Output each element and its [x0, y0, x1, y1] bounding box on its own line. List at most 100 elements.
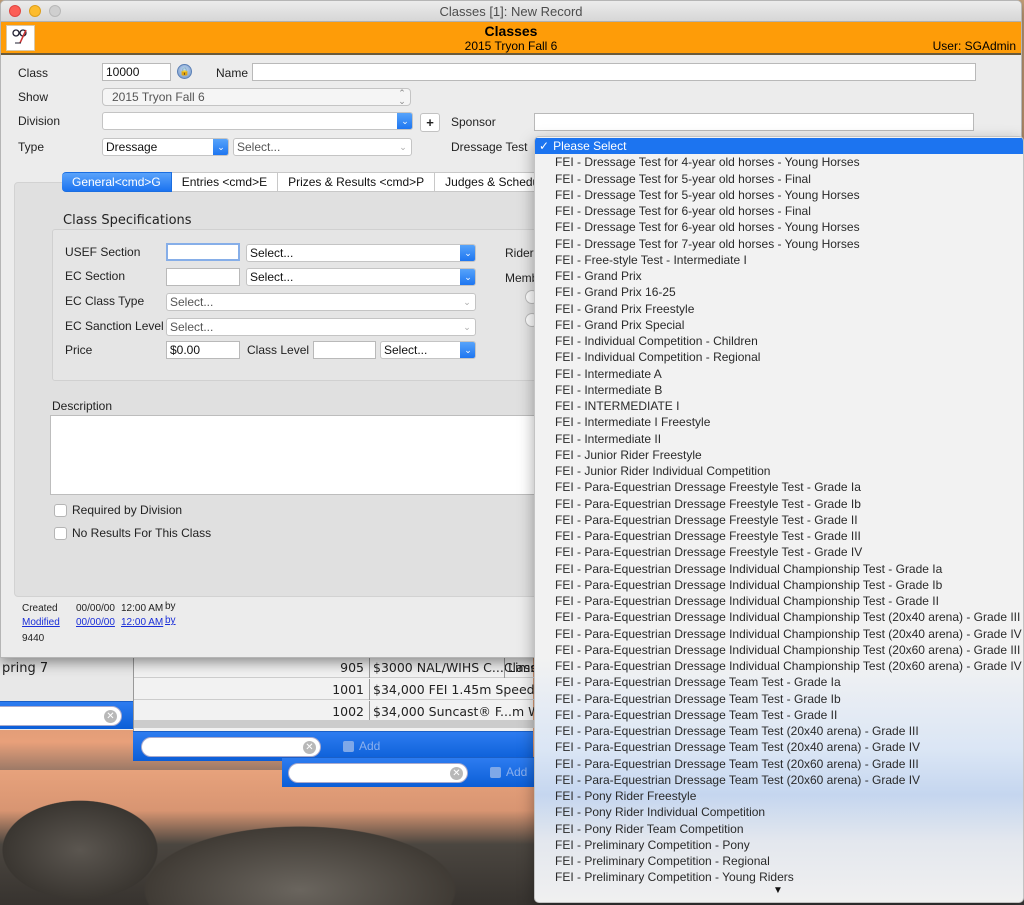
background-search-field[interactable]: ✕: [0, 706, 122, 726]
ec-section-field[interactable]: [166, 268, 240, 286]
add-checkbox[interactable]: [490, 767, 501, 778]
menu-item[interactable]: FEI - Para-Equestrian Dressage Team Test…: [535, 756, 1023, 772]
usef-section-select[interactable]: Select... ⌄: [246, 244, 476, 262]
menu-item[interactable]: FEI - Individual Competition - Regional: [535, 349, 1023, 365]
name-field[interactable]: [252, 63, 976, 81]
chevron-down-icon[interactable]: ⌄: [397, 113, 412, 129]
menu-item[interactable]: FEI - Intermediate A: [535, 366, 1023, 382]
menu-item[interactable]: FEI - Para-Equestrian Dressage Individua…: [535, 609, 1023, 625]
menu-item-label: FEI - Intermediate A: [555, 366, 662, 381]
clear-search-icon[interactable]: ✕: [303, 741, 316, 754]
table-row[interactable]: 905 $3000 NAL/WIHS C...Classic 1.10m (II…: [134, 657, 632, 678]
chevron-down-icon[interactable]: ⌄: [213, 139, 228, 155]
menu-item[interactable]: FEI - Free-style Test - Intermediate I: [535, 252, 1023, 268]
horizontal-scrollbar[interactable]: [134, 720, 534, 728]
division-select[interactable]: ⌄: [102, 112, 413, 130]
background-search-field[interactable]: ✕: [141, 737, 321, 757]
menu-item[interactable]: FEI - Preliminary Competition - Regional: [535, 853, 1023, 869]
menu-item[interactable]: FEI - Grand Prix: [535, 268, 1023, 284]
menu-item[interactable]: FEI - Grand Prix Special: [535, 317, 1023, 333]
chevron-down-icon[interactable]: ⌄: [460, 245, 475, 261]
class-level-select[interactable]: Select... ⌄: [380, 341, 476, 359]
tab-prizes-results[interactable]: Prizes & Results <cmd>P: [278, 172, 436, 192]
sponsor-field[interactable]: [534, 113, 974, 131]
subtype-select[interactable]: Select... ⌄: [233, 138, 412, 156]
menu-item[interactable]: FEI - Para-Equestrian Dressage Individua…: [535, 642, 1023, 658]
menu-item[interactable]: FEI - Junior Rider Individual Competitio…: [535, 463, 1023, 479]
menu-item[interactable]: FEI - Para-Equestrian Dressage Individua…: [535, 626, 1023, 642]
no-results-checkbox[interactable]: [54, 527, 67, 540]
dressage-test-dropdown-menu[interactable]: FEI - Preliminary Competition - Young Ri…: [534, 136, 1024, 903]
class-level-field[interactable]: [313, 341, 376, 359]
menu-item[interactable]: FEI - Para-Equestrian Dressage Team Test…: [535, 691, 1023, 707]
class-number-field[interactable]: 10000: [102, 63, 171, 81]
minimize-window-button[interactable]: [29, 5, 41, 17]
tab-entries[interactable]: Entries <cmd>E: [171, 172, 279, 192]
usef-section-field[interactable]: [166, 243, 240, 261]
menu-item[interactable]: FEI - Para-Equestrian Dressage Individua…: [535, 658, 1023, 674]
menu-item[interactable]: FEI - Dressage Test for 7-year old horse…: [535, 236, 1023, 252]
menu-item[interactable]: FEI - Dressage Test for 4-year old horse…: [535, 154, 1023, 170]
menu-item[interactable]: FEI - Pony Rider Individual Competition: [535, 804, 1023, 820]
close-window-button[interactable]: [9, 5, 21, 17]
modified-time-link[interactable]: 12:00 AM: [121, 617, 163, 628]
menu-item[interactable]: FEI - Para-Equestrian Dressage Freestyle…: [535, 512, 1023, 528]
menu-item[interactable]: FEI - Para-Equestrian Dressage Team Test…: [535, 739, 1023, 755]
menu-item[interactable]: FEI - Dressage Test for 6-year old horse…: [535, 203, 1023, 219]
type-select[interactable]: Dressage ⌄: [102, 138, 229, 156]
table-row[interactable]: 1001 $34,000 FEI 1.45m Speed Stake 238.2…: [134, 679, 625, 700]
menu-item[interactable]: FEI - Para-Equestrian Dressage Individua…: [535, 593, 1023, 609]
menu-item[interactable]: FEI - Dressage Test for 6-year old horse…: [535, 219, 1023, 235]
ec-class-type-select[interactable]: Select... ⌄: [166, 293, 476, 311]
table-row[interactable]: 1002 $34,000 Suncast® F...m Welcome 238.…: [134, 701, 637, 722]
description-textarea[interactable]: [50, 415, 550, 495]
menu-item[interactable]: FEI - Intermediate II: [535, 431, 1023, 447]
menu-item[interactable]: FEI - Grand Prix 16-25: [535, 284, 1023, 300]
scroll-down-arrow-icon[interactable]: ▼: [773, 885, 783, 896]
menu-item[interactable]: FEI - Grand Prix Freestyle: [535, 301, 1023, 317]
add-checkbox[interactable]: [343, 741, 354, 752]
menu-item[interactable]: FEI - Para-Equestrian Dressage Freestyle…: [535, 496, 1023, 512]
background-search-field[interactable]: ✕: [288, 763, 468, 783]
menu-item[interactable]: FEI - Para-Equestrian Dressage Team Test…: [535, 772, 1023, 788]
menu-item-selected[interactable]: ✓ Please Select: [535, 138, 1023, 154]
zoom-window-button[interactable]: [49, 5, 61, 17]
menu-item[interactable]: FEI - Dressage Test for 5-year old horse…: [535, 187, 1023, 203]
menu-item[interactable]: FEI - Para-Equestrian Dressage Team Test…: [535, 674, 1023, 690]
menu-item[interactable]: FEI - INTERMEDIATE I: [535, 398, 1023, 414]
menu-item[interactable]: FEI - Para-Equestrian Dressage Team Test…: [535, 707, 1023, 723]
clear-search-icon[interactable]: ✕: [104, 710, 117, 723]
background-search-bar: ✕ Add: [282, 757, 534, 787]
menu-item[interactable]: FEI - Para-Equestrian Dressage Freestyle…: [535, 544, 1023, 560]
menu-item[interactable]: FEI - Para-Equestrian Dressage Individua…: [535, 577, 1023, 593]
menu-item[interactable]: FEI - Intermediate I Freestyle: [535, 414, 1023, 430]
clear-search-icon[interactable]: ✕: [450, 767, 463, 780]
menu-item[interactable]: FEI - Preliminary Competition - Young Ri…: [535, 869, 1023, 885]
modified-link[interactable]: Modified: [22, 617, 60, 628]
title-bar[interactable]: Classes [1]: New Record: [1, 1, 1021, 22]
menu-item[interactable]: FEI - Para-Equestrian Dressage Freestyle…: [535, 528, 1023, 544]
menu-item[interactable]: FEI - Intermediate B: [535, 382, 1023, 398]
menu-item[interactable]: FEI - Dressage Test for 5-year old horse…: [535, 171, 1023, 187]
chevron-down-icon[interactable]: ⌄: [460, 342, 475, 358]
ec-sanction-level-select[interactable]: Select... ⌄: [166, 318, 476, 336]
show-select[interactable]: 2015 Tryon Fall 6 ⌃ ⌄: [102, 88, 411, 106]
menu-item[interactable]: FEI - Para-Equestrian Dressage Team Test…: [535, 723, 1023, 739]
price-field[interactable]: $0.00: [166, 341, 240, 359]
menu-item[interactable]: FEI - Pony Rider Freestyle: [535, 788, 1023, 804]
add-division-button[interactable]: +: [420, 113, 440, 132]
menu-item[interactable]: FEI - Individual Competition - Children: [535, 333, 1023, 349]
menu-item[interactable]: FEI - Para-Equestrian Dressage Individua…: [535, 561, 1023, 577]
menu-item[interactable]: FEI - Pony Rider Team Competition: [535, 821, 1023, 837]
tab-judges-schedule[interactable]: Judges & Schedu: [435, 172, 541, 192]
menu-item[interactable]: FEI - Preliminary Competition - Pony: [535, 837, 1023, 853]
ec-section-select[interactable]: Select... ⌄: [246, 268, 476, 286]
menu-item[interactable]: FEI - Para-Equestrian Dressage Freestyle…: [535, 479, 1023, 495]
modified-by-link[interactable]: by: [165, 615, 176, 626]
tab-general[interactable]: General<cmd>G: [62, 172, 172, 192]
menu-item[interactable]: FEI - Junior Rider Freestyle: [535, 447, 1023, 463]
modified-date-link[interactable]: 00/00/00: [76, 617, 115, 628]
chevron-down-icon[interactable]: ⌄: [460, 269, 475, 285]
lock-icon[interactable]: 🔒: [177, 64, 192, 79]
required-by-division-checkbox[interactable]: [54, 504, 67, 517]
